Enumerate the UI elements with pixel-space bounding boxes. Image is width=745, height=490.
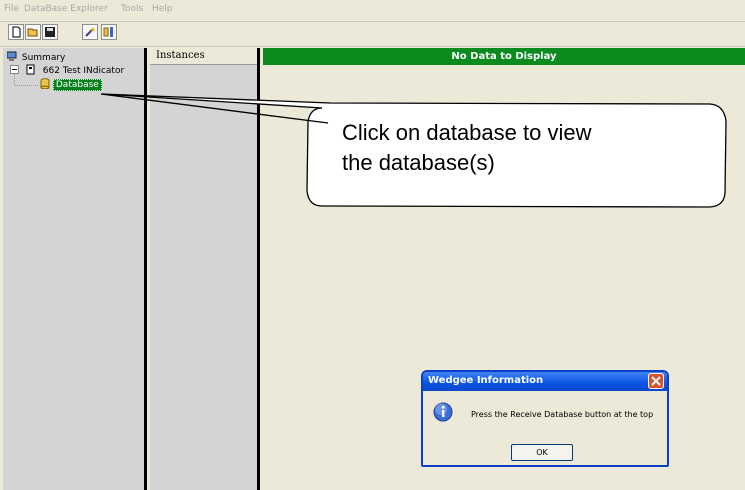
callout-line-2: the database(s) <box>342 150 495 175</box>
callout-line-1: Click on database to view <box>342 120 592 145</box>
callout-text: Click on database to view the database(s… <box>342 118 591 178</box>
callout-bubble <box>100 93 727 208</box>
application-window: File DataBase Explorer Tools Help Summar… <box>0 0 745 490</box>
